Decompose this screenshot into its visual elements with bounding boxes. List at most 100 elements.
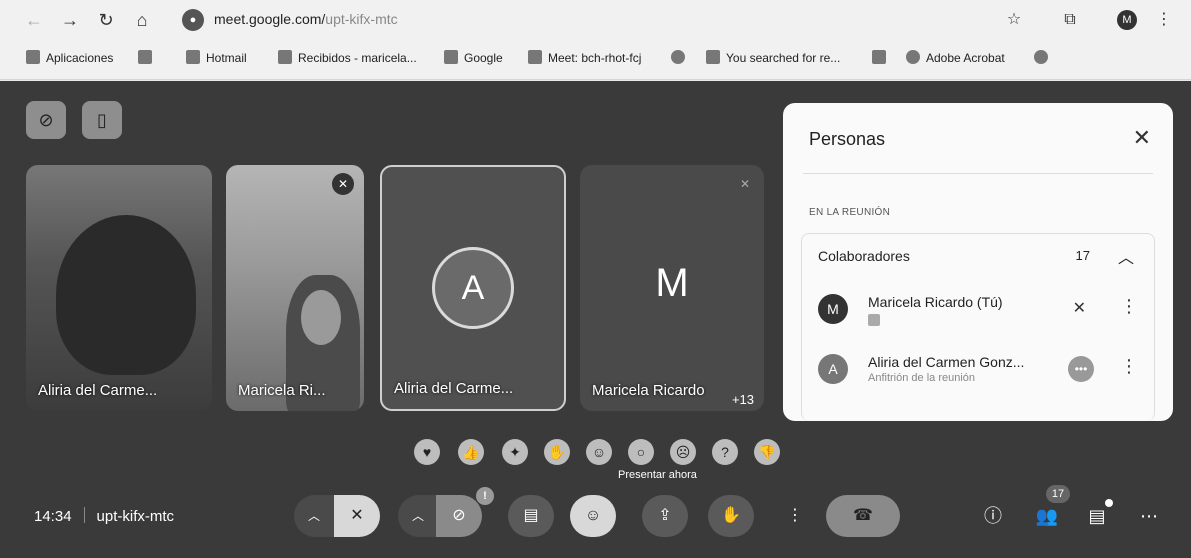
profile-avatar[interactable]: M: [1117, 10, 1137, 30]
mic-off-icon[interactable]: ✕: [1073, 298, 1086, 318]
present-button[interactable]: ⇪: [642, 495, 688, 537]
bookmark-apps[interactable]: Aplicaciones: [26, 50, 113, 65]
group-label[interactable]: Colaboradores: [818, 248, 910, 264]
raise-hand-button[interactable]: ✋: [708, 495, 754, 537]
reload-icon[interactable]: ↻: [94, 8, 118, 32]
thinking-reaction-icon[interactable]: ?: [712, 439, 738, 465]
browser-chrome: ← → ↻ ⌂ ● meet.google.com/upt-kifx-mtc ☆…: [0, 0, 1191, 80]
meeting-code: upt-kifx-mtc: [96, 508, 175, 525]
bookmark-grid[interactable]: [138, 50, 158, 65]
bookmark-label: Google: [464, 51, 503, 65]
participant-tile[interactable]: Aliria del Carme...: [26, 165, 212, 411]
globe-icon: [906, 50, 920, 64]
clock: 14:34: [34, 508, 72, 525]
globe-icon: [1034, 50, 1048, 64]
surprised-reaction-icon[interactable]: ○: [628, 439, 654, 465]
tooltip: Presentar ahora: [618, 469, 697, 481]
forward-icon[interactable]: →: [58, 8, 82, 32]
google-icon: [444, 50, 458, 64]
video-feed: [56, 215, 196, 375]
video-options-chevron-icon[interactable]: ︿: [398, 495, 438, 537]
close-icon[interactable]: ✕: [1133, 125, 1151, 151]
gmail-icon: [872, 50, 886, 64]
group-count: 17: [1075, 248, 1090, 263]
site-info-icon[interactable]: ●: [182, 9, 204, 31]
bookmark-hotmail[interactable]: Hotmail: [186, 50, 247, 65]
section-heading: EN LA REUNIÓN: [809, 207, 891, 218]
gmail-icon: [278, 50, 292, 64]
party-reaction-icon[interactable]: ✦: [502, 439, 528, 465]
avatar: A: [818, 354, 848, 384]
url-host: meet.google.com/: [214, 11, 326, 27]
layout-icon[interactable]: ▯: [82, 101, 122, 139]
meeting-info: 14:34 upt-kifx-mtc: [34, 507, 174, 525]
reactions-bar: ♥ 👍 ✦ ✋ ☺ ○ ☹ ? 👎: [406, 433, 790, 473]
captions-button[interactable]: ▤: [508, 495, 554, 537]
camera-toggle-button[interactable]: ⊘: [436, 495, 482, 537]
reactions-button[interactable]: ☺: [570, 495, 616, 537]
thumbs-down-reaction-icon[interactable]: 👎: [754, 439, 780, 465]
bookmark-label: Recibidos - maricela...: [298, 51, 417, 65]
chat-icon[interactable]: ▤: [1084, 503, 1110, 529]
bookmark-adobe[interactable]: Adobe Acrobat: [906, 50, 1005, 65]
control-bar: 14:34 upt-kifx-mtc ︿ ✕ ︿ ⊘ ! ▤ ☺ ⇪ ✋ ⋮ ☎ …: [0, 481, 1191, 558]
bookmark-label: Meet: bch-rhot-fcj: [548, 51, 642, 65]
laugh-reaction-icon[interactable]: ☺: [586, 439, 612, 465]
info-icon[interactable]: ⓘ: [980, 503, 1006, 529]
back-icon[interactable]: ←: [22, 8, 46, 32]
mic-off-icon: ✕: [332, 173, 354, 195]
bookmark-meet[interactable]: Meet: bch-rhot-fcj: [528, 50, 641, 65]
presenting-badge-icon: [868, 314, 880, 326]
participant-initial: M: [655, 261, 689, 305]
bookmark-globe-2[interactable]: [1034, 50, 1054, 65]
warning-badge-icon: !: [476, 487, 494, 505]
clap-reaction-icon[interactable]: ✋: [544, 439, 570, 465]
bookmark-star-icon[interactable]: ☆: [1002, 8, 1026, 32]
bookmarks-bar: Aplicaciones Hotmail Recibidos - maricel…: [26, 48, 1166, 70]
list-item[interactable]: A Aliria del Carmen Gonz... Anfitrión de…: [818, 350, 1138, 400]
sad-reaction-icon[interactable]: ☹: [670, 439, 696, 465]
more-options-icon[interactable]: ⋮: [1120, 356, 1138, 377]
globe-icon: [671, 50, 685, 64]
bookmark-globe[interactable]: [671, 50, 691, 65]
person-name: Maricela Ricardo (Tú): [868, 294, 1003, 310]
mic-icon: [706, 50, 720, 64]
mic-toggle-button[interactable]: ✕: [334, 495, 380, 537]
home-icon[interactable]: ⌂: [130, 8, 154, 32]
participant-name: Maricela Ricardo: [592, 382, 705, 399]
participant-name: Aliria del Carme...: [38, 382, 158, 399]
bookmark-label: Aplicaciones: [46, 51, 114, 65]
thumbs-up-reaction-icon[interactable]: 👍: [458, 439, 484, 465]
apps-grid-icon: [26, 50, 40, 64]
more-options-icon[interactable]: ⋮: [1120, 296, 1138, 317]
url-path: upt-kifx-mtc: [325, 11, 398, 27]
person-role: Anfitrión de la reunión: [868, 372, 976, 384]
bookmark-google[interactable]: Google: [444, 50, 503, 65]
camera-off-indicator-icon[interactable]: ⊘: [26, 101, 66, 139]
bookmark-gmail-2[interactable]: [872, 50, 892, 65]
collaborators-group: Colaboradores 17 ︿ M Maricela Ricardo (T…: [801, 233, 1155, 421]
browser-menu-icon[interactable]: ⋮: [1152, 8, 1176, 32]
more-options-icon[interactable]: ⋮: [774, 495, 816, 537]
avatar: M: [818, 294, 848, 324]
participant-avatar: A: [432, 247, 514, 329]
bookmark-gmail[interactable]: Recibidos - maricela...: [278, 50, 417, 65]
url-text: meet.google.com/upt-kifx-mtc: [214, 11, 398, 27]
audio-options-chevron-icon[interactable]: ︿: [294, 495, 334, 537]
people-icon[interactable]: 👥: [1034, 503, 1060, 529]
meet-stage: ⊘ ▯ Aliria del Carme... ✕ Maricela Ri...…: [0, 81, 1191, 558]
participant-tile-active[interactable]: A Aliria del Carme...: [380, 165, 566, 411]
list-item[interactable]: M Maricela Ricardo (Tú) ✕ ⋮: [818, 290, 1138, 340]
leave-call-button[interactable]: ☎: [826, 495, 900, 537]
participant-tile[interactable]: ✕ Maricela Ri...: [226, 165, 364, 411]
audio-activity-icon: •••: [1068, 356, 1094, 382]
divider: [803, 173, 1153, 174]
heart-reaction-icon[interactable]: ♥: [414, 439, 440, 465]
meet-icon: [528, 50, 542, 64]
extensions-icon[interactable]: ⧉: [1058, 8, 1082, 32]
bookmark-search[interactable]: You searched for re...: [706, 50, 840, 65]
participant-tile[interactable]: ✕ M Maricela Ricardo +13: [580, 165, 764, 411]
address-bar[interactable]: ● meet.google.com/upt-kifx-mtc: [178, 6, 1058, 34]
chevron-up-icon[interactable]: ︿: [1118, 244, 1134, 268]
activities-grid-icon[interactable]: ⋯: [1136, 503, 1162, 529]
